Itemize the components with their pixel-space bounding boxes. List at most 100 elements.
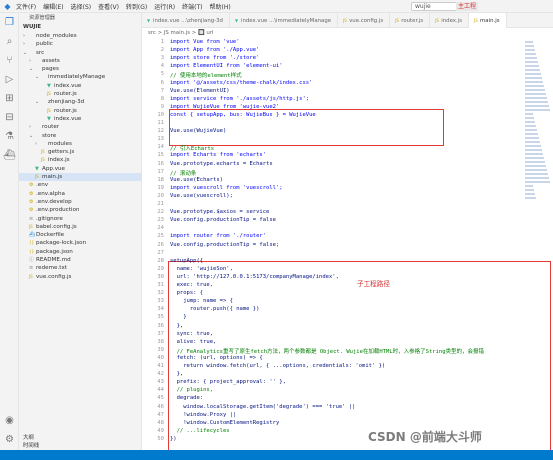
file-icon: ⓘ <box>29 257 35 264</box>
minimap-line <box>525 141 540 143</box>
editor-tab[interactable]: JS vue.config.js <box>338 13 391 28</box>
line-number: 20 <box>157 192 164 199</box>
editor-tab[interactable]: JS router.js <box>390 13 431 28</box>
settings-gear-icon[interactable]: ⚙ <box>0 430 19 449</box>
minimap[interactable] <box>525 39 551 209</box>
tree-folder[interactable]: › router <box>19 123 141 131</box>
sidebar-panel-header[interactable]: 时间线 <box>19 442 141 450</box>
remote-icon[interactable]: ⊟ <box>0 108 19 127</box>
tree-file[interactable]: JS router.js <box>19 107 141 115</box>
tree-file[interactable]: JS router.js <box>19 90 141 98</box>
tree-file[interactable]: ▼ index.vue <box>19 82 141 90</box>
tree-file[interactable]: ⛴Dockerfile <box>19 231 141 239</box>
testing-icon[interactable]: ⚗ <box>0 127 19 146</box>
line-number: 4 <box>160 63 164 70</box>
tree-folder[interactable]: › public <box>19 40 141 48</box>
line-number: 44 <box>157 387 164 394</box>
minimap-line <box>525 165 546 167</box>
code-line: Vue.prototype.echarts = Echarts <box>170 160 273 167</box>
tree-file[interactable]: JS vue.config.js <box>19 273 141 281</box>
tree-folder[interactable]: ⌄ store <box>19 132 141 140</box>
tree-file[interactable]: JS main.js <box>19 173 141 182</box>
editor-tabs: ▼ index.vue ...\zhenjiang-3d ▼ index.vue ..… <box>142 13 553 28</box>
tree-item-label: store <box>42 132 57 139</box>
sidebar-panel-header[interactable]: 大纲 <box>19 434 141 442</box>
tree-item-label: .env <box>36 182 49 189</box>
files-icon[interactable]: ❐ <box>0 13 19 32</box>
line-number: 11 <box>157 120 164 126</box>
minimap-line <box>525 189 534 191</box>
tree-folder[interactable]: ⌄ pages <box>19 65 141 73</box>
menu-item[interactable]: 运行(R) <box>154 4 175 11</box>
tree-file[interactable]: ⚙ .env.develop <box>19 198 141 206</box>
tree-file[interactable]: ≡ redeme.txt <box>19 264 141 272</box>
code-line: sync: true, <box>170 330 214 337</box>
tree-file[interactable]: ⚙ .env <box>19 181 141 189</box>
code-line: // FeAnalytics重写了原生fetch方法，两个参数都是 Object… <box>170 348 485 355</box>
code-line: alive: true, <box>170 338 217 345</box>
menu-item[interactable]: 查看(V) <box>98 4 119 11</box>
explorer-title: 资源管理器 <box>29 15 55 21</box>
run-debug-icon[interactable]: ▷ <box>0 70 19 89</box>
vscode-window: ◆ 文件(F) 编辑(E) 选择(S) 查看(V) 转到(G) 运行(R) 终端(T) 帮助(… <box>0 0 553 460</box>
menu-item[interactable]: 帮助(H) <box>209 4 230 11</box>
docker-icon[interactable]: ⛴ <box>0 146 19 165</box>
code-editor[interactable]: 子工程路径 1 import Vue from 'vue' 2 import App … <box>142 39 553 451</box>
tree-folder[interactable]: › modules <box>19 140 141 148</box>
menu-item[interactable]: 文件(F) <box>16 4 36 11</box>
tree-folder[interactable]: ⌄ immediatelyManage <box>19 73 141 81</box>
tree-file[interactable]: ≡ .gitignore <box>19 215 141 223</box>
editor-tab[interactable]: ▼ index.vue ...\immediatelyManage <box>230 13 339 28</box>
file-icon: JS <box>41 149 45 155</box>
tree-file[interactable]: ▼ index.vue <box>19 115 141 123</box>
tree-folder[interactable]: › assets <box>19 57 141 65</box>
menu-item[interactable]: 终端(T) <box>182 4 202 11</box>
tree-file[interactable]: ⓘ README.md <box>19 256 141 264</box>
file-icon: ▼ <box>47 82 51 89</box>
code-line: setupApp({ <box>170 257 204 264</box>
search-icon[interactable]: ⌕ <box>0 32 19 51</box>
line-number: 40 <box>157 354 164 361</box>
tree-file[interactable]: JS getters.js <box>19 148 141 156</box>
line-number: 48 <box>157 419 164 426</box>
menu-item[interactable]: 编辑(E) <box>43 4 63 11</box>
minimap-line <box>525 49 535 51</box>
tree-folder[interactable]: ⌄ zhenjiang-3d <box>19 98 141 106</box>
line-number: 26 <box>157 241 164 248</box>
minimap-line <box>525 173 548 175</box>
tree-file[interactable]: ▼ App.vue <box>19 165 141 173</box>
line-number: 45 <box>157 395 164 402</box>
line-number: 5 <box>160 71 164 78</box>
tree-item-label: zhenjiang-3d <box>48 99 85 106</box>
extensions-icon[interactable]: ⊞ <box>0 89 19 108</box>
editor-tab[interactable]: JS index.js <box>430 13 470 28</box>
minimap-line <box>525 101 548 103</box>
menu-item[interactable]: 转到(G) <box>126 4 147 11</box>
project-root[interactable]: WUJIE <box>19 23 141 32</box>
tree-item-label: router.js <box>54 107 77 114</box>
source-control-icon[interactable]: ⑂ <box>0 51 19 70</box>
file-icon: ⛴ <box>29 232 36 239</box>
tree-file[interactable]: JS index.js <box>19 156 141 164</box>
minimap-line <box>525 105 549 107</box>
file-icon: JS <box>47 91 51 97</box>
line-number: 3 <box>160 55 164 62</box>
tree-file[interactable]: ⚙ .env.production <box>19 206 141 214</box>
tree-file[interactable]: ⚙ .env.alpha <box>19 190 141 198</box>
editor-tab[interactable]: ▼ index.vue ...\zhenjiang-3d <box>142 13 230 28</box>
minimap-line <box>525 125 536 127</box>
tree-file[interactable]: JS babel.config.js <box>19 223 141 231</box>
line-number: 23 <box>157 217 164 224</box>
line-number: 27 <box>157 249 164 256</box>
breadcrumb[interactable]: src > JS main.js > 🔲 url <box>142 29 553 38</box>
editor-tab[interactable]: JS main.js <box>469 13 507 28</box>
tree-folder[interactable]: ⌄ src <box>19 49 141 57</box>
tree-file[interactable]: {} package-lock.json <box>19 239 141 247</box>
code-line: Vue.use(Echarts) <box>170 176 223 183</box>
tree-folder[interactable]: › node_modules <box>19 32 141 40</box>
account-icon[interactable]: ◉ <box>0 411 19 430</box>
menu-item[interactable]: 选择(S) <box>71 4 92 11</box>
status-bar <box>0 450 553 460</box>
tree-file[interactable]: {} package.json <box>19 248 141 256</box>
file-icon: JS <box>29 223 33 229</box>
